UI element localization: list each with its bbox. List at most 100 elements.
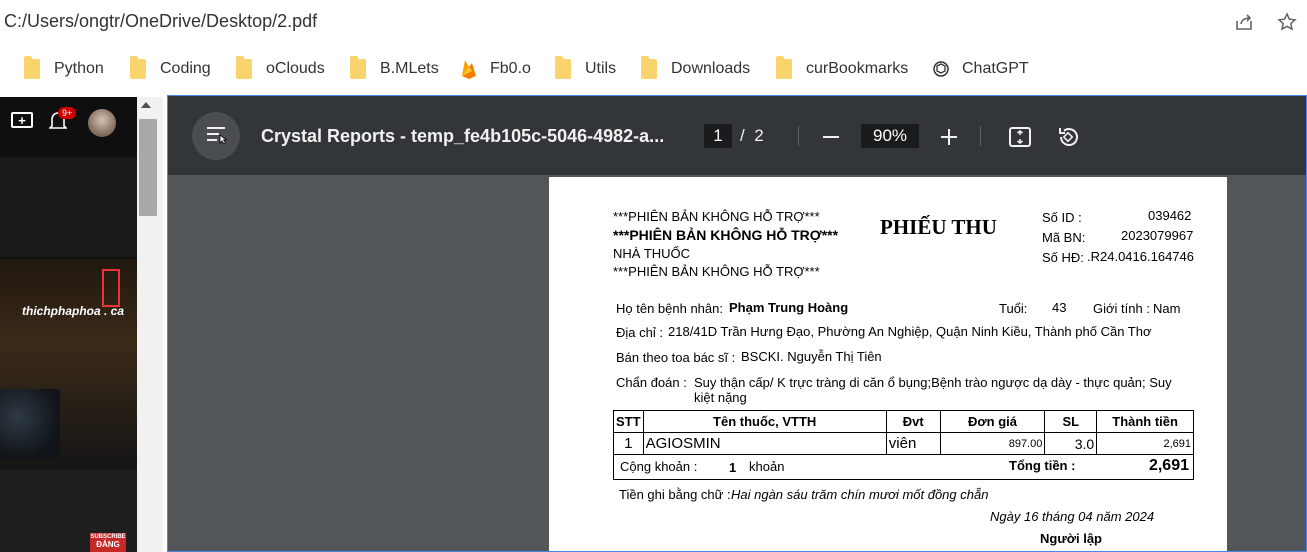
hd-label: Số HĐ: (1042, 250, 1084, 265)
footer-cell: Cộng khoản : 1 khoản Tổng tiền : 2,691 (613, 454, 1194, 480)
pdf-menu-button[interactable] (192, 112, 240, 160)
total-pages: 2 (754, 126, 764, 145)
video-logo-seal (102, 269, 120, 307)
folder-icon (776, 56, 792, 79)
patient-label: Họ tên bệnh nhân: (616, 301, 723, 316)
bookmark-curbookmarks[interactable]: curBookmarks (776, 56, 908, 81)
folder-icon (641, 56, 657, 79)
total-value: 2,691 (1148, 457, 1189, 474)
video-app-header: + 9+ (0, 97, 137, 147)
words-label: Tiền ghi bằng chữ : (619, 487, 731, 502)
col-header: Tên thuốc, VTTH (642, 410, 887, 433)
star-icon[interactable] (1275, 10, 1299, 34)
bookmark-label: Python (54, 60, 104, 77)
bookmark-label: Utils (585, 60, 617, 77)
medicine-table: STT Tên thuốc, VTTH Đvt Đơn giá SL Thành… (613, 410, 1194, 480)
col-header: STT (613, 410, 644, 433)
header-line: ***PHIÊN BẢN KHÔNG HỖ TRỢ*** (613, 209, 820, 224)
bookmark-downloads[interactable]: Downloads (641, 56, 751, 81)
rotate-button[interactable] (1053, 122, 1083, 152)
pdf-toolbar: Crystal Reports - temp_fe4b105c-5046-498… (168, 96, 1306, 175)
video-person-silhouette (0, 389, 60, 459)
doctor-value: BSCKI. Nguyễn Thị Tiên (741, 349, 882, 364)
header-line: ***PHIÊN BẢN KHÔNG HỖ TRỢ*** (613, 264, 820, 279)
fit-page-button[interactable] (1005, 122, 1035, 152)
cell-stt: 1 (613, 432, 644, 455)
bookmark-coding[interactable]: Coding (130, 56, 211, 81)
count-value: 1 (729, 460, 737, 475)
fit-page-icon (1009, 127, 1031, 147)
scroll-up-arrow-icon[interactable] (141, 102, 151, 108)
page-number-input[interactable]: 1 (704, 124, 732, 148)
folder-icon (350, 56, 366, 79)
create-video-icon[interactable]: + (11, 112, 33, 128)
cell-unit: viên (885, 432, 941, 455)
bookmark-chatgpt[interactable]: ChatGPT (932, 57, 1029, 81)
address-value: 218/41D Trần Hưng Đạo, Phường An Nghiệp,… (668, 324, 1152, 339)
count-unit: khoản (749, 459, 785, 474)
zoom-level-input[interactable]: 90% (861, 124, 919, 148)
bookmark-oclouds[interactable]: oClouds (236, 56, 325, 81)
receipt-title: PHIẾU THU (880, 215, 997, 239)
cell-name: AGIOSMIN (642, 432, 887, 455)
page-separator: / (740, 126, 745, 145)
cell-price: 897.00 (939, 432, 1046, 455)
age-label: Tuổi: (999, 301, 1028, 316)
gender-value: Nam (1153, 301, 1181, 316)
id-label: Số ID : (1042, 210, 1082, 225)
video-thumbnail-lower[interactable]: SUBSCRIBE ĐĂNG (0, 469, 137, 552)
hd-value: .R24.0416.164746 (1087, 249, 1194, 264)
toolbar-divider (798, 126, 799, 146)
folder-icon (24, 56, 40, 79)
subscribe-badge[interactable]: SUBSCRIBE ĐĂNG (90, 533, 126, 552)
zoom-in-button[interactable] (934, 122, 964, 152)
bookmark-bmlets[interactable]: B.MLets (350, 56, 439, 81)
pdf-viewer: Crystal Reports - temp_fe4b105c-5046-498… (167, 95, 1307, 552)
avatar[interactable] (88, 109, 116, 137)
zoom-out-button[interactable] (816, 122, 846, 152)
col-header: Đơn giá (939, 410, 1046, 433)
subscribe-text-vn: ĐĂNG (96, 540, 120, 549)
bookmark-label: Downloads (671, 60, 751, 77)
header-line: ***PHIÊN BẢN KHÔNG HỖ TRỢ*** (613, 227, 839, 243)
video-frame[interactable]: thichphaphoa . ca (0, 259, 137, 469)
address-label: Địa chỉ : (616, 325, 663, 340)
video-thumbnail-dark[interactable] (0, 157, 137, 257)
diagnosis-value-line2: kiệt nặng (694, 390, 747, 405)
pdf-title: Crystal Reports - temp_fe4b105c-5046-498… (261, 126, 665, 146)
diagnosis-value-line1: Suy thận cấp/ K trực tràng di căn ổ bụng… (694, 375, 1172, 390)
words-value: Hai ngàn sáu trăm chín mươi mốt đồng chẵ… (731, 487, 989, 502)
bookmark-label: Fb0.o (490, 60, 531, 77)
table-header-row: STT Tên thuốc, VTTH Đvt Đơn giá SL Thành… (613, 410, 1194, 433)
cell-qty: 3.0 (1044, 432, 1098, 455)
gender-label: Giới tính : (1093, 301, 1150, 316)
bn-label: Mã BN: (1042, 230, 1086, 245)
doctor-label: Bán theo toa bác sĩ : (616, 350, 736, 365)
bookmark-python[interactable]: Python (24, 56, 104, 81)
table-footer-row: Cộng khoản : 1 khoản Tổng tiền : 2,691 (613, 454, 1194, 480)
bookmark-label: Coding (160, 60, 211, 77)
firebase-icon (460, 58, 478, 80)
bn-value: 2023079967 (1121, 228, 1194, 243)
bookmark-fb0o[interactable]: Fb0.o (460, 57, 531, 81)
minus-icon (823, 136, 839, 138)
bookmark-label: B.MLets (380, 60, 439, 77)
menu-icon (204, 123, 228, 150)
folder-icon (130, 56, 146, 79)
col-header: SL (1044, 410, 1098, 433)
url-text[interactable]: C:/Users/ongtr/OneDrive/Desktop/2.pdf (4, 11, 317, 32)
notification-badge: 9+ (58, 107, 77, 119)
share-icon[interactable] (1232, 10, 1256, 34)
bookmark-label: ChatGPT (962, 60, 1029, 77)
page-count: / 2 (740, 126, 764, 146)
age-value: 43 (1052, 300, 1067, 315)
scrollbar-thumb[interactable] (139, 119, 157, 216)
pdf-page: ***PHIÊN BẢN KHÔNG HỖ TRỢ*** ***PHIÊN BẢ… (549, 177, 1227, 551)
chatgpt-icon (932, 60, 950, 78)
patient-name: Phạm Trung Hoàng (729, 300, 849, 315)
folder-icon (555, 56, 571, 79)
bookmark-utils[interactable]: Utils (555, 56, 617, 81)
col-header: Thành tiền (1096, 410, 1194, 433)
address-bar[interactable]: C:/Users/ongtr/OneDrive/Desktop/2.pdf (0, 0, 1307, 44)
col-header: Đvt (885, 410, 941, 433)
